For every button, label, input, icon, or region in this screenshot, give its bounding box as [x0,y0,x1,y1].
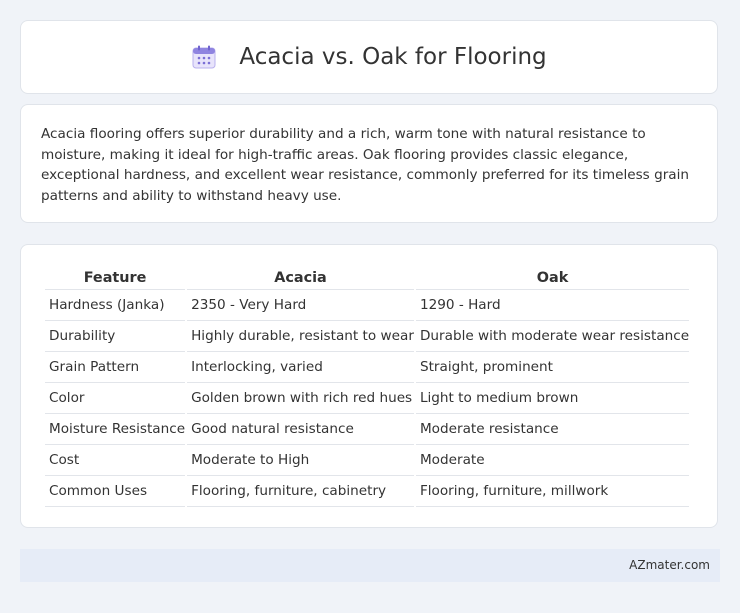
header-oak: Oak [415,266,690,290]
header-acacia: Acacia [187,266,414,290]
comparison-table-card: Feature Acacia Oak Hardness (Janka) 2350… [20,244,718,528]
acacia-cell: Highly durable, resistant to wear [187,321,414,352]
table-row: Color Golden brown with rich red hues Li… [45,383,690,414]
feature-cell: Common Uses [45,476,186,507]
footer: AZmater.com [20,549,720,582]
oak-cell: Moderate resistance [415,414,690,445]
acacia-cell: Moderate to High [187,445,414,476]
calendar-icon [191,44,217,70]
table-row: Durability Highly durable, resistant to … [45,321,690,352]
comparison-table: Feature Acacia Oak Hardness (Janka) 2350… [43,266,691,507]
oak-cell: Light to medium brown [415,383,690,414]
feature-cell: Grain Pattern [45,352,186,383]
table-header-row: Feature Acacia Oak [45,266,690,290]
feature-cell: Cost [45,445,186,476]
title-card: Acacia vs. Oak for Flooring [20,20,718,94]
feature-cell: Color [45,383,186,414]
acacia-cell: Good natural resistance [187,414,414,445]
header-feature: Feature [45,266,186,290]
table-row: Hardness (Janka) 2350 - Very Hard 1290 -… [45,290,690,321]
page-title: Acacia vs. Oak for Flooring [239,44,547,70]
acacia-cell: Golden brown with rich red hues [187,383,414,414]
acacia-cell: 2350 - Very Hard [187,290,414,321]
table-row: Cost Moderate to High Moderate [45,445,690,476]
acacia-cell: Flooring, furniture, cabinetry [187,476,414,507]
table-row: Moisture Resistance Good natural resista… [45,414,690,445]
feature-cell: Durability [45,321,186,352]
acacia-cell: Interlocking, varied [187,352,414,383]
oak-cell: 1290 - Hard [415,290,690,321]
oak-cell: Flooring, furniture, millwork [415,476,690,507]
oak-cell: Moderate [415,445,690,476]
oak-cell: Durable with moderate wear resistance [415,321,690,352]
footer-source: AZmater.com [629,558,710,572]
feature-cell: Hardness (Janka) [45,290,186,321]
feature-cell: Moisture Resistance [45,414,186,445]
table-row: Common Uses Flooring, furniture, cabinet… [45,476,690,507]
table-row: Grain Pattern Interlocking, varied Strai… [45,352,690,383]
oak-cell: Straight, prominent [415,352,690,383]
summary-card: Acacia flooring offers superior durabili… [20,104,718,223]
summary-text: Acacia flooring offers superior durabili… [41,126,690,204]
